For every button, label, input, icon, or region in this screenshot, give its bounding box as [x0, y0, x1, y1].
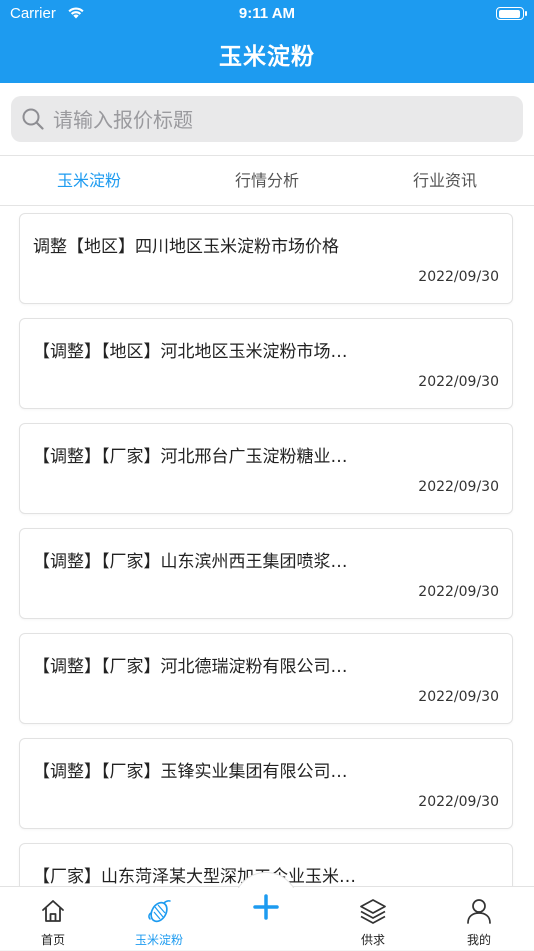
tabbar-label: 玉米淀粉 [134, 933, 183, 947]
tab-industry-news[interactable]: 行业资讯 [356, 156, 534, 206]
page-title: 玉米淀粉 [219, 44, 315, 70]
article-card[interactable]: 【调整】【厂家】河北德瑞淀粉有限公司… 2022/09/30 [19, 633, 513, 724]
article-date: 2022/09/30 [418, 374, 499, 390]
status-bar: Carrier 9:11 AM [0, 0, 534, 30]
search-bar[interactable] [11, 96, 523, 144]
tabbar-label: 我的 [466, 933, 491, 947]
article-date: 2022/09/30 [418, 794, 499, 810]
article-date: 2022/09/30 [418, 269, 499, 285]
article-date: 2022/09/30 [418, 479, 499, 495]
clock-time: 9:11 AM [238, 5, 296, 22]
article-card[interactable]: 【调整】【厂家】河北邢台广玉淀粉糖业… 2022/09/30 [19, 423, 513, 514]
tabbar-item-mine[interactable]: 我的 [426, 887, 532, 951]
tabbar-item-home[interactable]: 首页 [0, 887, 106, 951]
article-title: 【调整】【厂家】山东滨州西王集团喷浆… [33, 552, 348, 572]
article-title: 【调整】【厂家】河北邢台广玉淀粉糖业… [33, 447, 348, 467]
tabbar-item-corn-starch[interactable]: 玉米淀粉 [106, 887, 212, 951]
tabbar-item-supply-demand[interactable]: 供求 [320, 887, 426, 951]
article-title: 【调整】【厂家】玉锋实业集团有限公司… [33, 762, 348, 782]
home-icon [39, 897, 67, 925]
article-card[interactable]: 【调整】【厂家】山东滨州西王集团喷浆… 2022/09/30 [19, 528, 513, 619]
bottom-tab-bar: 首页 玉米淀粉 供求 我的 [0, 872, 534, 951]
corn-icon [145, 897, 173, 925]
add-button[interactable] [233, 872, 299, 940]
app-header: Carrier 9:11 AM 玉米淀粉 [0, 0, 534, 83]
article-card[interactable]: 【调整】【厂家】玉锋实业集团有限公司… 2022/09/30 [19, 738, 513, 829]
search-section [0, 83, 534, 155]
article-title: 【调整】【地区】河北地区玉米淀粉市场… [33, 342, 348, 362]
article-date: 2022/09/30 [418, 584, 499, 600]
tabbar-label: 首页 [40, 933, 65, 947]
article-card[interactable]: 【调整】【地区】河北地区玉米淀粉市场… 2022/09/30 [19, 318, 513, 409]
tabbar-label: 供求 [360, 933, 385, 947]
tab-market-analysis[interactable]: 行情分析 [178, 156, 356, 206]
article-title: 【厂家】山东菏泽某大型深加工企业玉米… [33, 867, 356, 886]
article-list[interactable]: 调整【地区】四川地区玉米淀粉市场价格 2022/09/30 【调整】【地区】河北… [0, 206, 534, 886]
article-date: 2022/09/30 [418, 689, 499, 705]
category-tabs: 玉米淀粉 行情分析 行业资讯 [0, 155, 534, 206]
tab-corn-starch[interactable]: 玉米淀粉 [0, 156, 178, 206]
layers-icon [359, 897, 387, 925]
battery-icon [496, 7, 527, 20]
search-input[interactable] [51, 96, 515, 144]
article-title: 调整【地区】四川地区玉米淀粉市场价格 [33, 237, 339, 257]
article-title: 【调整】【厂家】河北德瑞淀粉有限公司… [33, 657, 348, 677]
search-icon [21, 107, 45, 135]
person-icon [465, 897, 493, 925]
article-card[interactable]: 调整【地区】四川地区玉米淀粉市场价格 2022/09/30 [19, 213, 513, 304]
